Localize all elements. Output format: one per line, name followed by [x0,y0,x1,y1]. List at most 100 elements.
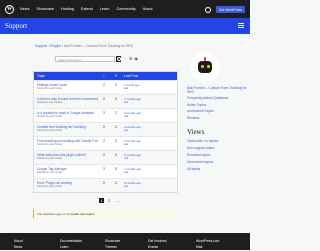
notice-suffix: to create new topics. [67,212,95,216]
topic-link[interactable]: Settings doesn't save [37,83,98,87]
topic-link[interactable]: Error: Plugin not working [37,181,98,185]
wordpress-logo-icon[interactable]: W [5,4,14,14]
views-heading: Views [187,127,205,136]
footer-link[interactable]: Events [148,245,167,249]
rss-icon[interactable]: ◉ [134,56,138,61]
voices-icon: 👤 [101,74,107,78]
forum-search-input[interactable]: Search this forum [55,55,115,62]
nav-right: Get WordPress [204,6,245,13]
table-header: Topic 👤 ✎ Last Post [34,72,177,80]
reply-count: 3 [115,97,117,101]
footer-link[interactable]: Themes [105,245,120,249]
freshness-user[interactable]: ask [124,115,177,118]
topics-table: Topic 👤 ✎ Last Post Settings doesn't sav… [33,71,178,193]
topic-link[interactable]: What data does this plugin collect? [37,153,98,157]
freshness-user[interactable]: ask [124,157,177,160]
topic-author: Started by ask frontier [37,115,63,118]
get-wordpress-button[interactable]: Get WordPress [215,6,245,13]
reply-count: 3 [115,83,117,87]
footer-link[interactable]: Showcase [105,239,120,243]
plugin-robot-icon [190,52,220,82]
footer-link[interactable]: Matt [196,245,219,249]
footer-link[interactable]: News [14,245,23,249]
breadcrumb-separator: › [47,44,49,48]
views-list: Topics with no replies Non-support topic… [187,139,247,171]
table-row: Error: Plugin not working Started by ask … [34,178,177,192]
table-row: Contact form tracking isn't working Start… [34,122,177,136]
freshness-user[interactable]: ask [124,87,177,90]
plugin-links: Ask Frontier – Custom Form Tracking for … [187,86,247,120]
reply-count: 3 [115,153,117,157]
freshness-user[interactable]: ask [124,143,177,146]
topic-author: Started by ask frontier [37,143,63,146]
footer-link[interactable]: Documentation [60,239,82,243]
site-footer: About News Documentation Learn Showcase … [0,233,250,250]
notice-prefix: You must be [37,212,54,216]
table-row: Is there a way to track the form convers… [34,94,177,108]
footer-link[interactable]: Learn [60,245,82,249]
nav-item-about[interactable]: About [143,7,153,11]
nav-item-learn[interactable]: Learn [100,7,110,11]
topic-author: Started by ask frontier [37,101,63,104]
voice-count: 2 [103,125,105,129]
table-row: Settings doesn't save Started by ask fron… [34,80,177,94]
page-current: 1 [99,198,104,203]
footer-column: Documentation Learn [60,239,82,251]
view-link[interactable]: Unresolved topics [187,160,247,164]
subscribe-icon[interactable]: ✉ [129,56,132,61]
view-link[interactable]: All topics [187,167,247,171]
table-row: Form tracking not working with Gravity F… [34,136,177,150]
footer-column: WordPress.com Matt [196,239,219,251]
topic-link[interactable]: Is there a way to track the form convers… [37,97,98,101]
freshness-user[interactable]: ask [124,101,177,104]
robot-head [198,61,212,73]
next-page-link[interactable]: → [115,198,121,203]
reply-count: 3 [115,167,117,171]
sidebar-link-unresolved[interactable]: Unresolved Topics [187,109,247,113]
sidebar-link-faq[interactable]: Frequently Asked Questions [187,96,247,100]
topic-link[interactable]: Google Tag Manager [37,167,98,171]
topic-author: Started by ask frontier [37,129,63,132]
footer-link[interactable]: Get Involved [148,239,167,243]
freshness-user[interactable]: ask [124,171,177,174]
page-link[interactable]: 2 [107,198,112,203]
nav-item-extend[interactable]: Extend [81,7,93,11]
freshness-user[interactable]: ask [124,185,177,188]
hamburger-menu-icon[interactable] [238,23,244,29]
search-icon[interactable] [204,6,211,13]
nav-menu: News Showcase Hosting Extend Learn Commu… [20,7,153,11]
footer-link[interactable]: WordPress.com [196,239,219,243]
nav-item-community[interactable]: Community [116,7,135,11]
topic-link[interactable]: Contact form tracking isn't working [37,125,98,129]
footer-link[interactable]: About [14,239,23,243]
view-link[interactable]: Resolved topics [187,153,247,157]
sidebar-link-reviews[interactable]: Reviews [187,116,247,120]
nav-item-news[interactable]: News [20,7,30,11]
sidebar-link-active[interactable]: Active Topics [187,103,247,107]
search-submit-button[interactable] [116,55,122,62]
topic-author: Started by ask frontier [37,157,63,160]
breadcrumb-support[interactable]: Support [35,44,47,48]
replies-icon: ✎ [114,74,118,78]
view-link[interactable]: Topics with no replies [187,139,247,143]
topic-author: Started by ask frontier [37,185,63,188]
topic-author: Started by ask frontier [37,87,63,90]
login-link[interactable]: logged in [54,212,66,216]
sidebar-link-plugin[interactable]: Ask Frontier – Custom Form Tracking for … [187,86,247,94]
topic-link[interactable]: Is it possible to track in Google Analyt… [37,111,98,115]
nav-item-hosting[interactable]: Hosting [61,7,74,11]
freshness-user[interactable]: ask [124,129,177,132]
col-topic: Topic [37,74,45,78]
banner-title[interactable]: Support [5,22,27,30]
topic-link[interactable]: Form tracking not working with Gravity F… [37,139,98,143]
footer-column: Get Involved Events [148,239,167,251]
view-link[interactable]: Non-support topics [187,146,247,150]
sidebar: Ask Frontier – Custom Form Tracking for … [187,52,247,174]
breadcrumb: Support › Plugins › Ask Frontier – Custo… [35,44,133,48]
robot-eye [206,65,210,68]
breadcrumb-plugins[interactable]: Plugins [50,44,61,48]
forum-content: Search this forum ✉ ◉ Topic 👤 ✎ Last Pos… [33,52,178,218]
footer-column: Showcase Themes [105,239,120,251]
nav-item-showcase[interactable]: Showcase [37,7,55,11]
login-notice: You must be logged in to create new topi… [33,210,178,218]
